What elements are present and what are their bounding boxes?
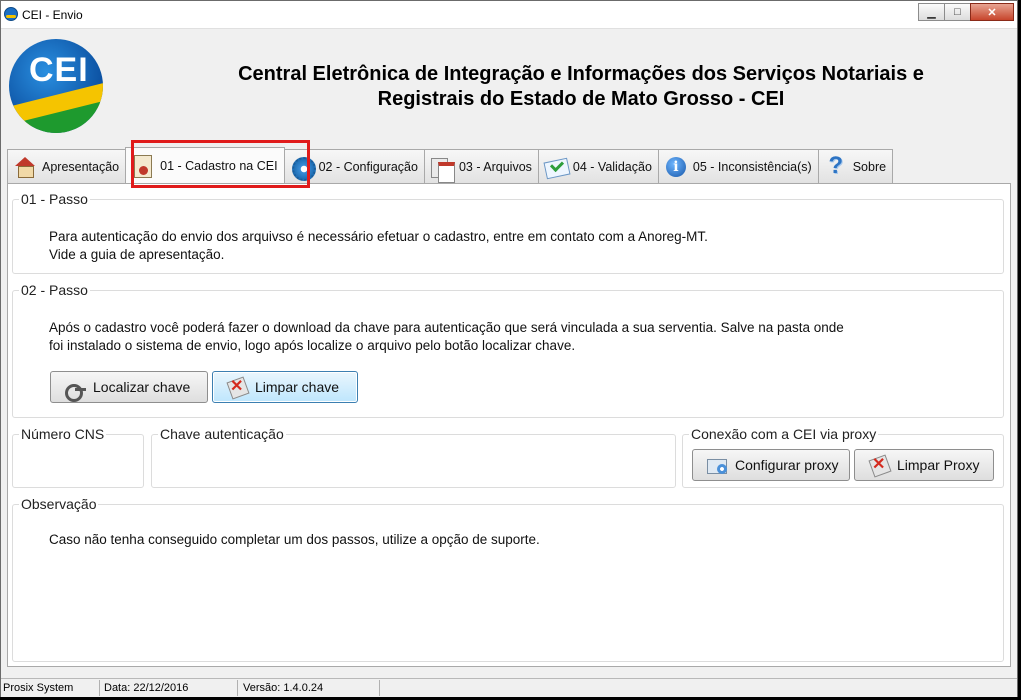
- tab-label: Apresentação: [42, 159, 120, 174]
- status-divider: [99, 680, 100, 696]
- logo-text: CEI: [29, 51, 89, 89]
- configurar-proxy-button[interactable]: Configurar proxy: [692, 449, 850, 481]
- step1-legend: 01 - Passo: [19, 191, 90, 207]
- step1-group: 01 - Passo Para autenticação do envio do…: [12, 191, 1004, 274]
- configurar-proxy-label: Configurar proxy: [735, 457, 839, 473]
- tab-apresentacao[interactable]: Apresentação: [7, 149, 127, 183]
- page-title-line1: Central Eletrônica de Integração e Infor…: [238, 63, 924, 85]
- app-icon: [4, 7, 18, 21]
- status-bar: Prosix System Data: 22/12/2016 Versão: 1…: [1, 678, 1017, 697]
- status-company: Prosix System: [3, 682, 74, 694]
- close-button[interactable]: ✕: [970, 3, 1014, 21]
- status-version: Versão: 1.4.0.24: [243, 682, 324, 694]
- erase-icon: [867, 455, 891, 475]
- key-icon: [63, 377, 87, 402]
- limpar-chave-label: Limpar chave: [255, 379, 340, 395]
- observation-text: Caso não tenha conseguido completar um d…: [49, 532, 540, 547]
- tab-sobre[interactable]: Sobre: [817, 149, 894, 183]
- window-controls: ▁ □ ✕: [918, 3, 1014, 21]
- tab-label: 04 - Validação: [572, 159, 652, 174]
- step1-line2: Vide a guia de apresentação.: [49, 247, 225, 262]
- tab-validacao[interactable]: 04 - Validação: [537, 149, 659, 183]
- localizar-chave-label: Localizar chave: [93, 379, 191, 395]
- limpar-proxy-button[interactable]: Limpar Proxy: [854, 449, 994, 481]
- maximize-button[interactable]: □: [944, 3, 971, 21]
- proxy-settings-icon: [705, 455, 729, 475]
- app-window: CEI - Envio ▁ □ ✕ CEI Central Eletrônica…: [0, 0, 1018, 697]
- help-icon: [823, 155, 849, 179]
- cns-legend: Número CNS: [19, 426, 107, 442]
- proxy-group: Conexão com a CEI via proxy Configurar p…: [682, 426, 1004, 488]
- status-divider: [379, 680, 380, 696]
- tab-label: 03 - Arquivos: [458, 159, 532, 174]
- localizar-chave-button[interactable]: Localizar chave: [50, 371, 208, 403]
- limpar-chave-button[interactable]: Limpar chave: [212, 371, 358, 403]
- window-title: CEI - Envio: [22, 8, 83, 22]
- status-divider: [237, 680, 238, 696]
- house-icon: [12, 155, 38, 179]
- tab-inconsistencias[interactable]: 05 - Inconsistência(s): [657, 149, 819, 183]
- step2-legend: 02 - Passo: [19, 282, 90, 298]
- tab-label: 05 - Inconsistência(s): [692, 159, 812, 174]
- cei-logo: CEI: [9, 39, 103, 133]
- info-icon: [663, 155, 689, 179]
- erase-icon: [225, 377, 249, 397]
- minimize-button[interactable]: ▁: [918, 3, 945, 21]
- status-date: Data: 22/12/2016: [104, 682, 189, 694]
- observation-group: Observação Caso não tenha conseguido com…: [12, 496, 1004, 662]
- auth-key-group: Chave autenticação: [151, 426, 676, 488]
- limpar-proxy-label: Limpar Proxy: [897, 457, 980, 473]
- page-title: Central Eletrônica de Integração e Infor…: [151, 62, 1011, 112]
- step1-line1: Para autenticação do envio dos arquivso …: [49, 229, 708, 244]
- tab-arquivos[interactable]: 03 - Arquivos: [423, 149, 539, 183]
- step2-line1: Após o cadastro você poderá fazer o down…: [49, 320, 844, 335]
- tab-panel: 01 - Passo Para autenticação do envio do…: [7, 183, 1011, 667]
- files-icon: [429, 155, 455, 183]
- observation-legend: Observação: [19, 496, 99, 512]
- page-title-line2: Registrais do Estado de Mato Grosso - CE…: [377, 88, 785, 110]
- step2-line2: foi instalado o sistema de envio, logo a…: [49, 338, 576, 353]
- proxy-legend: Conexão com a CEI via proxy: [689, 426, 879, 442]
- title-bar: CEI - Envio ▁ □ ✕: [1, 1, 1017, 29]
- step2-group: 02 - Passo Após o cadastro você poderá f…: [12, 282, 1004, 418]
- cns-group: Número CNS: [12, 426, 144, 488]
- validation-icon: [543, 155, 569, 179]
- tab-highlight-box: [131, 140, 310, 188]
- tab-label: 02 - Configuração: [318, 159, 418, 174]
- auth-key-legend: Chave autenticação: [158, 426, 286, 442]
- tab-label: Sobre: [852, 159, 887, 174]
